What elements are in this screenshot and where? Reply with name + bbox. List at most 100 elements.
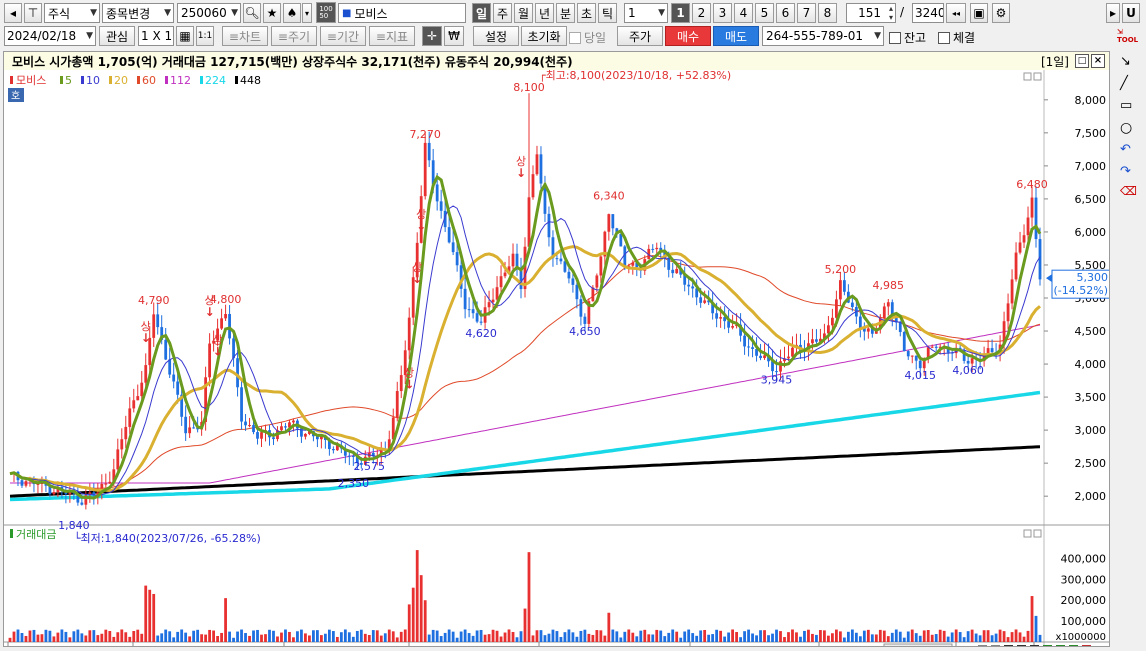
candle-body (228, 313, 231, 339)
volume-bar (831, 633, 834, 642)
tab-period-4[interactable]: 분 (556, 3, 575, 23)
won-button[interactable]: ₩ (444, 26, 464, 46)
close-icon[interactable]: × (1091, 54, 1105, 68)
volume-bar (435, 630, 439, 642)
volume-bar (503, 632, 507, 642)
maximize-icon[interactable]: □ (1075, 54, 1089, 68)
tab-range[interactable]: ≡기간 (320, 26, 366, 46)
tab-period-3[interactable]: 년 (535, 3, 554, 23)
user-button[interactable]: U (1122, 3, 1140, 23)
volume-bar (739, 637, 742, 642)
tab-page-1[interactable]: 1 (671, 3, 690, 23)
grid-button[interactable]: ▦ (176, 26, 194, 46)
search-button[interactable]: 🔍︎ (243, 3, 261, 23)
volume-bar (663, 636, 667, 642)
volume-bar (579, 630, 583, 642)
tab-period-2[interactable]: 월 (514, 3, 533, 23)
legend-marker (10, 76, 13, 84)
one-one-button[interactable]: 1:1 (196, 26, 214, 46)
eraser-icon[interactable]: ⌫ (1120, 184, 1137, 198)
stock-code-input[interactable]: 250060 ▼ (177, 3, 241, 23)
tool-label[interactable]: ⇲ TOOL (1117, 28, 1138, 44)
volume-bar (599, 630, 603, 642)
date-field[interactable]: 2024/02/18 ▼ (4, 26, 96, 46)
settings-button[interactable]: ⚙ (992, 3, 1010, 23)
right-panel-button[interactable]: ▸ (1106, 3, 1120, 23)
volume-bar (894, 629, 898, 642)
undo-icon[interactable]: ↶ (1120, 142, 1131, 157)
interest-button[interactable]: 관심 (99, 26, 135, 46)
volume-bar (272, 630, 275, 642)
tab-page-7[interactable]: 7 (797, 3, 816, 23)
line-tool-icon[interactable]: ╱ (1120, 76, 1128, 91)
price-chart-svg[interactable]: 모비스 5 10 20 60 112 224 448 호 8,000 7,500 7,000 6,500… (4, 70, 1109, 646)
volume-bar (751, 633, 754, 642)
tab-chart[interactable]: ≡차트 (222, 26, 268, 46)
tab-page-3[interactable]: 3 (713, 3, 732, 23)
executed-checkbox[interactable]: 체결 (938, 29, 975, 46)
spade-button[interactable]: ♠ (283, 3, 301, 23)
tab-page-4[interactable]: 4 (734, 3, 753, 23)
market-select[interactable]: 주식 ▼ (44, 3, 100, 23)
order-type-button[interactable]: 주가 (617, 26, 663, 46)
scroll-left-button[interactable]: ◂◂ (946, 3, 966, 23)
mode-select[interactable]: 종목변경 ▼ (102, 3, 174, 23)
pin-button[interactable]: ⊤ (24, 3, 42, 23)
redo-icon[interactable]: ↷ (1120, 164, 1131, 179)
star-icon: ★ (266, 6, 278, 20)
candle-body (184, 416, 188, 434)
pointer-icon[interactable]: ↘ (1120, 54, 1131, 69)
candle-body (407, 317, 411, 351)
volume-bar (974, 633, 978, 642)
rect-tool-icon[interactable]: ▭ (1120, 98, 1132, 113)
tab-page-2[interactable]: 2 (692, 3, 711, 23)
candle-body (791, 347, 794, 357)
tab-page-8[interactable]: 8 (818, 3, 837, 23)
tab-period-0[interactable]: 일 (472, 3, 491, 23)
price-ratio-button[interactable]: 100 50 (316, 2, 336, 23)
volume-bar (383, 633, 387, 642)
volume-bar (491, 629, 495, 642)
reset-button[interactable]: 초기화 (521, 26, 567, 46)
volume-bar (691, 633, 695, 642)
tab-period-6[interactable]: 틱 (598, 3, 617, 23)
volume-bar (60, 629, 64, 642)
candle-body (471, 309, 475, 314)
tab-period-1[interactable]: 주 (493, 3, 512, 23)
today-checkbox[interactable]: 당일 (569, 29, 606, 46)
tab-period[interactable]: ≡주기 (271, 26, 317, 46)
save-button[interactable]: ▣ (970, 3, 988, 23)
period-value-select[interactable]: 1 ▼ (624, 3, 668, 23)
volume-bar (838, 631, 842, 642)
updown-button[interactable]: ▾ (302, 3, 312, 23)
candle-body (487, 302, 491, 308)
crosshair-button[interactable]: ✛ (422, 26, 442, 46)
circle-tool-icon[interactable]: ○ (1120, 120, 1132, 136)
legend-ma-20: 20 (114, 74, 128, 87)
tab-page-5[interactable]: 5 (755, 3, 774, 23)
candle-body (399, 375, 403, 392)
down-arrow-icon: ↓ (416, 219, 426, 233)
layout-select[interactable]: 1 X 1 (138, 26, 174, 46)
volume-bar (351, 636, 355, 642)
tab-period-5[interactable]: 초 (577, 3, 596, 23)
candle-body (208, 343, 212, 378)
volume-bar (399, 631, 403, 642)
buy-button[interactable]: 매수 (665, 26, 711, 46)
sell-button[interactable]: 매도 (713, 26, 759, 46)
candle-body (835, 299, 838, 318)
setting-button[interactable]: 설정 (473, 26, 519, 46)
volume-bar (296, 631, 299, 642)
candle-body (164, 339, 168, 360)
prev-stock-button[interactable]: ◂ (4, 3, 22, 23)
favorite-button[interactable]: ★ (263, 3, 281, 23)
count-input[interactable]: 151 ▴ ▾ (846, 3, 896, 23)
volume-bar (463, 629, 467, 642)
tab-indicator[interactable]: ≡지표 (369, 26, 415, 46)
volume-bar (595, 630, 599, 642)
account-select[interactable]: 264-555-789-01 ▼ (762, 26, 884, 46)
balance-checkbox[interactable]: 잔고 (889, 29, 926, 46)
tab-page-6[interactable]: 6 (776, 3, 795, 23)
volume-bar (32, 629, 36, 642)
chart-panel[interactable]: 모비스 시가총액 1,705(억) 거래대금 127,715(백만) 상장주식수… (3, 51, 1110, 647)
